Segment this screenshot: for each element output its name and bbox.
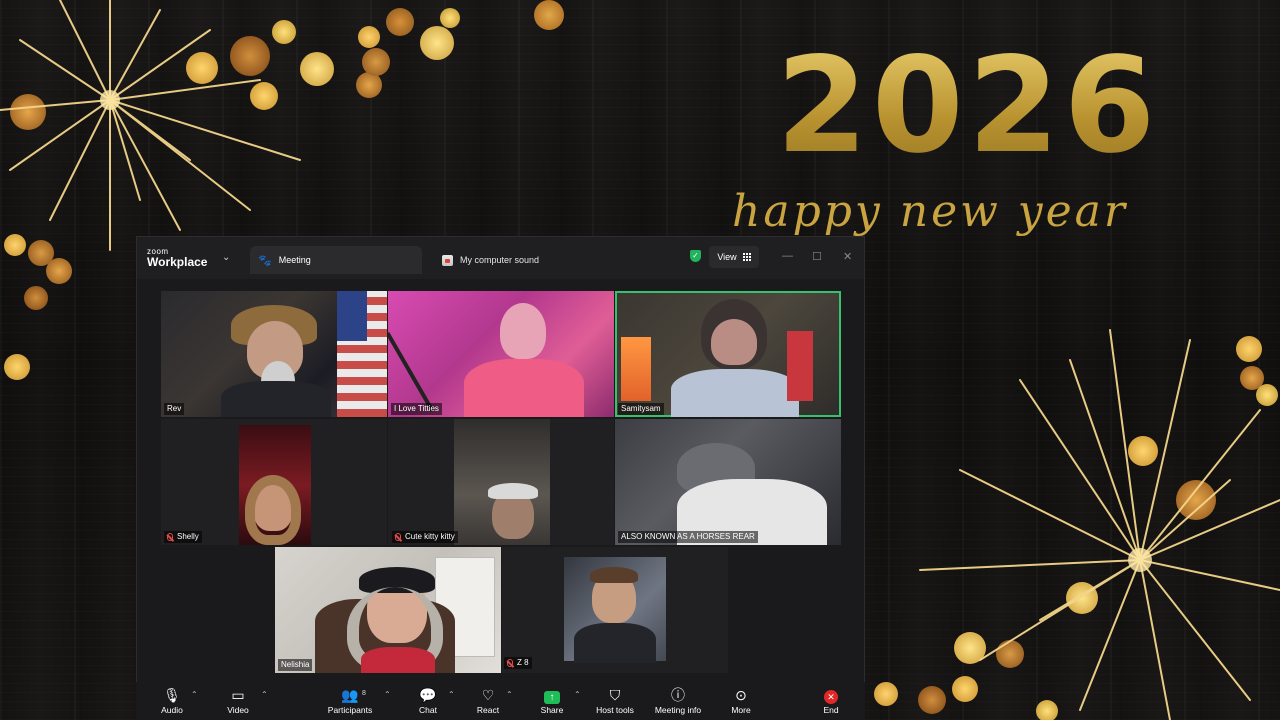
participant-name: Samitysam xyxy=(618,403,664,415)
firework-top-left xyxy=(0,0,301,251)
participant-name: Cute kitty kitty xyxy=(392,531,458,543)
end-button[interactable]: ✕ End xyxy=(803,686,859,716)
video-tile-nelishia[interactable]: Nelishia xyxy=(275,547,501,673)
participant-name: I Love Titties xyxy=(391,403,442,415)
share-screen-icon: ↑ xyxy=(544,691,560,704)
share-button[interactable]: ↑ Share xyxy=(524,686,580,716)
muted-icon xyxy=(507,659,513,667)
participants-icon: 👥 xyxy=(341,687,359,703)
participant-name: Shelly xyxy=(164,531,202,543)
end-call-icon: ✕ xyxy=(824,690,838,704)
title-bar: zoom Workplace ⌄ 🐾 Meeting My computer s… xyxy=(137,237,864,279)
more-button[interactable]: ⊙ More xyxy=(713,686,769,716)
participant-name: Nelishia xyxy=(278,659,313,671)
react-options-caret[interactable]: ⌃ xyxy=(506,690,513,699)
more-icon: ⊙ xyxy=(735,687,747,703)
participant-name: Rev xyxy=(164,403,185,415)
muted-icon xyxy=(167,533,173,541)
zoom-logo[interactable]: zoom Workplace xyxy=(147,247,207,269)
video-options-caret[interactable]: ⌃ xyxy=(261,690,268,699)
paw-icon: 🐾 xyxy=(258,254,272,267)
video-tile-z-8[interactable]: Z 8 xyxy=(502,547,728,673)
tab-sound-label: My computer sound xyxy=(460,255,540,265)
view-button[interactable]: View xyxy=(709,246,759,268)
view-label: View xyxy=(717,252,737,262)
tab-meeting-label: Meeting xyxy=(278,255,311,265)
video-tile-also-known-as-a-horses-rear[interactable]: ALSO KNOWN AS A HORSES REAR xyxy=(615,419,841,545)
zoom-meeting-window: zoom Workplace ⌄ 🐾 Meeting My computer s… xyxy=(136,236,865,720)
close-icon[interactable]: ✕ xyxy=(843,250,852,263)
video-camera-icon: ▭ xyxy=(231,687,245,703)
grid-icon xyxy=(742,253,751,261)
maximize-icon[interactable]: ☐ xyxy=(812,250,822,263)
tab-meeting[interactable]: 🐾 Meeting xyxy=(250,246,422,274)
participants-options-caret[interactable]: ⌃ xyxy=(384,690,391,699)
chevron-down-icon[interactable]: ⌄ xyxy=(222,252,230,263)
shield-icon[interactable]: ✓ xyxy=(690,250,701,262)
host-tools-button[interactable]: ⛉ Host tools xyxy=(587,686,643,716)
minimize-icon[interactable]: — xyxy=(782,250,793,262)
audio-options-caret[interactable]: ⌃ xyxy=(191,690,198,699)
share-options-caret[interactable]: ⌃ xyxy=(574,690,581,699)
sound-share-icon xyxy=(442,254,453,266)
muted-icon xyxy=(395,533,401,541)
meeting-info-button[interactable]: ⓘ Meeting info xyxy=(650,686,706,716)
participant-name: Z 8 xyxy=(504,657,532,669)
greeting-text: happy new year xyxy=(732,186,1128,237)
video-tile-cute-kitty-kitty[interactable]: Cute kitty kitty xyxy=(388,419,614,545)
participant-name: ALSO KNOWN AS A HORSES REAR xyxy=(618,531,758,543)
video-tile-i-love-titties[interactable]: I Love Titties xyxy=(388,291,614,417)
participants-count: 8 xyxy=(362,690,366,697)
year-title: 2026 xyxy=(776,29,1160,183)
meeting-toolbar: 🎙 Audio ⌃ ▭ Video ⌃ 👥 Participants 8 ⌃ 💬… xyxy=(136,682,865,720)
video-button[interactable]: ▭ Video xyxy=(210,686,266,716)
participants-button[interactable]: 👥 Participants xyxy=(322,686,378,716)
brand-name: Workplace xyxy=(147,255,208,269)
chat-options-caret[interactable]: ⌃ xyxy=(448,690,455,699)
video-tile-shelly[interactable]: Shelly xyxy=(161,419,387,545)
tab-computer-sound[interactable]: My computer sound xyxy=(442,251,539,269)
shield-icon: ⛉ xyxy=(609,687,621,703)
video-tile-rev[interactable]: Rev xyxy=(161,291,387,417)
info-icon: ⓘ xyxy=(671,687,685,703)
video-tile-samitysam[interactable]: Samitysam xyxy=(615,291,841,417)
firework-bottom-right xyxy=(919,329,1280,720)
